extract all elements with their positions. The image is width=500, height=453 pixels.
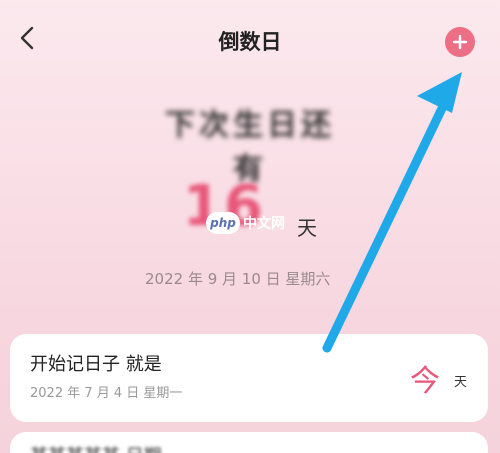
- card-day-value: 今: [410, 364, 440, 399]
- card-title: 开始记日子 就是: [30, 354, 162, 375]
- top-bar: 倒数日: [0, 0, 500, 84]
- card-date: 2022 年 7 月 4 日 星期一: [30, 386, 183, 401]
- card-day-unit: 天: [454, 375, 468, 390]
- event-card[interactable]: 开始记日子 就是 2022 年 7 月 4 日 星期一 今 天: [10, 334, 488, 422]
- watermark-text: 中文网: [243, 216, 285, 232]
- page-title: 倒数日: [218, 30, 282, 54]
- watermark: php 中文网: [206, 210, 290, 236]
- plus-icon: [452, 34, 468, 50]
- watermark-logo: php: [206, 212, 240, 234]
- event-card-2[interactable]: 某某某某某 日期: [10, 432, 488, 453]
- target-date: 2022 年 9 月 10 日 星期六: [145, 270, 331, 288]
- days-unit: 天: [297, 216, 317, 240]
- event-title: 下次生日还有: [165, 108, 335, 187]
- card-title: 某某某某某 日期: [30, 442, 162, 453]
- add-button[interactable]: [445, 27, 475, 57]
